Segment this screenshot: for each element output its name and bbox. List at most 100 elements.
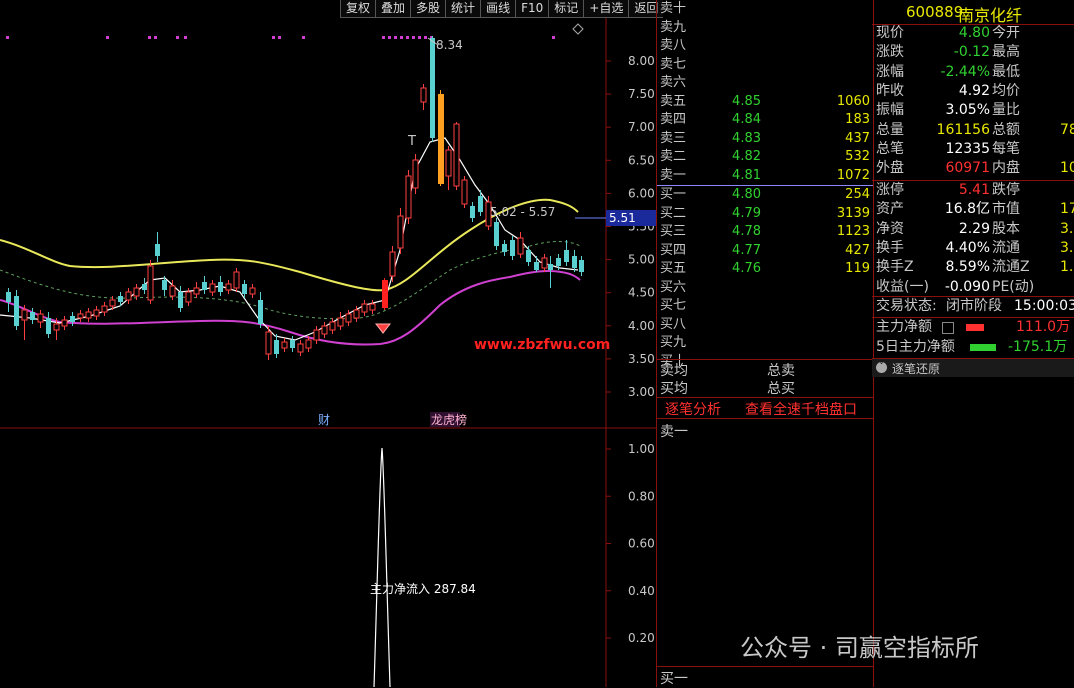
signal-dots [6, 36, 555, 39]
quote-key-2: 每笔 [992, 140, 1020, 157]
quote-key: 总量 [876, 121, 904, 138]
candle-body [510, 240, 515, 256]
candle-body [329, 321, 336, 331]
quote-value-2: 3. [1060, 220, 1074, 237]
candle-body [14, 296, 19, 326]
buy-level-row[interactable]: 买八 [657, 316, 873, 334]
trade-status-label: 交易状态: [876, 298, 937, 314]
candle-body [517, 237, 524, 255]
quote-key-2: 股本 [992, 220, 1020, 237]
toolbar-button-3[interactable]: 统计 [445, 0, 481, 18]
quote-row: 涨幅 -2.44% 最低 [872, 63, 1074, 82]
ask-row[interactable]: 卖四 4.84 183 [657, 111, 873, 129]
last-price-text: 5.51 [609, 211, 636, 225]
order-volume: 437 [845, 130, 870, 146]
bid-row[interactable]: 买二 4.79 3139 [657, 205, 873, 223]
quote-value-2: 3. [1060, 239, 1074, 256]
ask-row[interactable]: 卖五 4.85 1060 [657, 93, 873, 111]
quote-key-2: 跌停 [992, 182, 1020, 198]
candle-body [265, 331, 272, 355]
ask-row[interactable]: 卖一 4.81 1072 [657, 167, 873, 185]
candle-body [85, 311, 92, 319]
main-net-5d-value: -175.1万 [1008, 339, 1068, 355]
toolbar-button-6[interactable]: 标记 [548, 0, 584, 18]
bid-row[interactable]: 买四 4.77 427 [657, 242, 873, 260]
order-level-label: 买一 [660, 187, 687, 202]
candle-body [405, 175, 412, 219]
signal-dot [424, 36, 427, 39]
quote-row: 现价 4.80 今开 [872, 24, 1074, 43]
chart-canvas[interactable]: 8.007.507.006.506.005.505.004.504.003.50… [0, 0, 656, 687]
toolbar-button-5[interactable]: F10 [515, 0, 549, 18]
diamond-outline-icon[interactable] [572, 23, 584, 35]
signal-dot [382, 36, 385, 39]
main-net-5d-label: 5日主力净额 [876, 339, 955, 355]
quote-row: 昨收 4.92 均价 [872, 82, 1074, 101]
buy-level-row[interactable]: 买十 [657, 353, 873, 371]
quote-key: 现价 [876, 25, 904, 41]
quote-key: 资产 [876, 201, 904, 218]
price-tick-label: 4.50 [628, 286, 655, 300]
quote-row: 外盘 60971 内盘 10 [872, 159, 1074, 178]
signal-dot [148, 36, 151, 39]
quote-key-2: 量比 [992, 102, 1020, 119]
bid-row[interactable]: 买三 4.78 1123 [657, 223, 873, 241]
quote-key: 涨幅 [876, 63, 904, 80]
candle-body [541, 257, 548, 269]
order-level-label: 买三 [660, 224, 687, 239]
kline-chart-panel[interactable]: 8.00 7.50 7.00 6.50 6.00 5.50 5.00 4.50 4.00 3.50… [0, 0, 664, 687]
toolbar-button-2[interactable]: 多股 [410, 0, 446, 18]
quote-value: 5.41 [958, 182, 990, 198]
quote-value-2: 1. [1060, 259, 1074, 276]
candle-body [53, 323, 60, 331]
sell-level-row[interactable]: 卖六 [657, 74, 873, 92]
tab-full-depth[interactable]: 查看全速千档盘口 [745, 399, 857, 419]
toolbar-button-0[interactable]: 复权 [340, 0, 376, 18]
candle-body [169, 285, 176, 297]
candle-body [337, 317, 344, 327]
price-tick-label: 7.50 [628, 87, 655, 101]
toolbar-button-7[interactable]: +自选 [583, 0, 629, 18]
sell-level-row[interactable]: 卖十 [657, 0, 873, 18]
bid-row[interactable]: 买一 4.80 254 [657, 186, 873, 204]
order-level-label: 卖三 [660, 130, 687, 146]
buy-level-row[interactable]: 买九 [657, 334, 873, 352]
signal-dot [406, 36, 409, 39]
tick-restore-bar[interactable]: ˅ 逐笔还原 [872, 359, 1074, 377]
candle-body [6, 292, 11, 302]
list-icon[interactable] [942, 322, 954, 334]
toolbar-button-1[interactable]: 叠加 [375, 0, 411, 18]
quote-panel: 600889 南京化纤 现价 4.80 今开 涨跌 -0.12 最高 涨幅 -2.44% 最低昨… [872, 0, 1074, 687]
ask-row[interactable]: 卖三 4.83 437 [657, 130, 873, 148]
signal-dot [418, 36, 421, 39]
band-range-label: 5.02 - 5.57 [490, 205, 555, 219]
buy-level-row[interactable]: 买七 [657, 297, 873, 315]
chevron-down-icon[interactable]: ˅ [876, 362, 887, 373]
sell-level-row[interactable]: 卖七 [657, 56, 873, 74]
order-volume: 1060 [836, 93, 870, 109]
quote-key-2: 今开 [992, 25, 1020, 41]
order-level-label: 卖八 [660, 38, 687, 53]
tab-tick-analysis[interactable]: 逐笔分析 [665, 399, 721, 419]
price-tick-label: 3.00 [628, 385, 655, 399]
buy-level-row[interactable]: 买六 [657, 279, 873, 297]
quote-row: 资产 16.8亿 市值 17 [872, 200, 1074, 219]
quote-key: 收益(一) [876, 278, 929, 295]
candle-body [397, 215, 404, 249]
indicator-label: 主力净流入 287.84 [370, 582, 476, 596]
price-tick-label: 5.00 [628, 253, 655, 267]
signal-dot [394, 36, 397, 39]
sell-level-row[interactable]: 卖九 [657, 19, 873, 37]
toolbar-button-4[interactable]: 画线 [480, 0, 516, 18]
sell-level-row[interactable]: 卖八 [657, 37, 873, 55]
candle-body [202, 282, 207, 290]
quote-value: 4.92 [958, 82, 990, 99]
quote-row: 换手 4.40% 流通 3. [872, 239, 1074, 258]
candle-body [369, 303, 376, 311]
candle-body [125, 291, 132, 301]
ask-row[interactable]: 卖二 4.82 532 [657, 148, 873, 166]
bid-row[interactable]: 买五 4.76 119 [657, 260, 873, 278]
tick-restore-label: 逐笔还原 [892, 362, 941, 376]
quote-key-2: 均价 [992, 82, 1020, 99]
candle-body [225, 283, 232, 291]
